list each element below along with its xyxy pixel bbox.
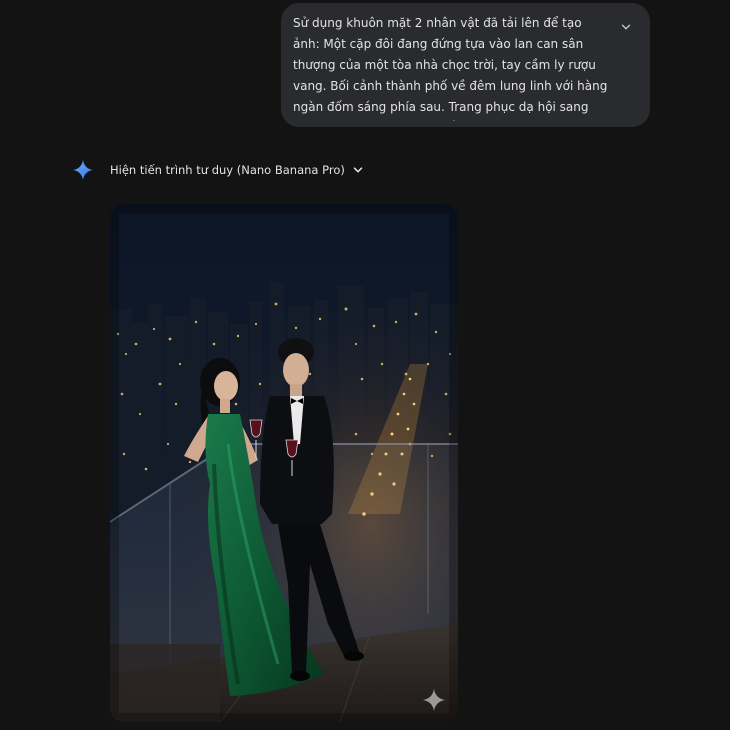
rooftop-couple-image <box>110 204 458 722</box>
expand-prompt-button[interactable] <box>618 19 634 35</box>
user-prompt-bubble: Sử dụng khuôn mặt 2 nhân vật đã tải lên … <box>281 3 650 127</box>
generated-image[interactable] <box>110 204 458 722</box>
gemini-spark-icon <box>72 159 94 181</box>
user-prompt-text: Sử dụng khuôn mặt 2 nhân vật đã tải lên … <box>293 16 608 114</box>
show-thinking-label: Hiện tiến trình tư duy (Nano Banana Pro) <box>110 163 345 177</box>
chevron-down-icon <box>621 24 631 30</box>
chevron-down-icon <box>351 163 365 177</box>
sparkle-watermark-icon <box>423 689 445 711</box>
show-thinking-toggle[interactable]: Hiện tiến trình tư duy (Nano Banana Pro) <box>110 163 365 177</box>
model-response-header: Hiện tiến trình tư duy (Nano Banana Pro) <box>72 158 365 182</box>
chat-page: Sử dụng khuôn mặt 2 nhân vật đã tải lên … <box>0 0 730 730</box>
